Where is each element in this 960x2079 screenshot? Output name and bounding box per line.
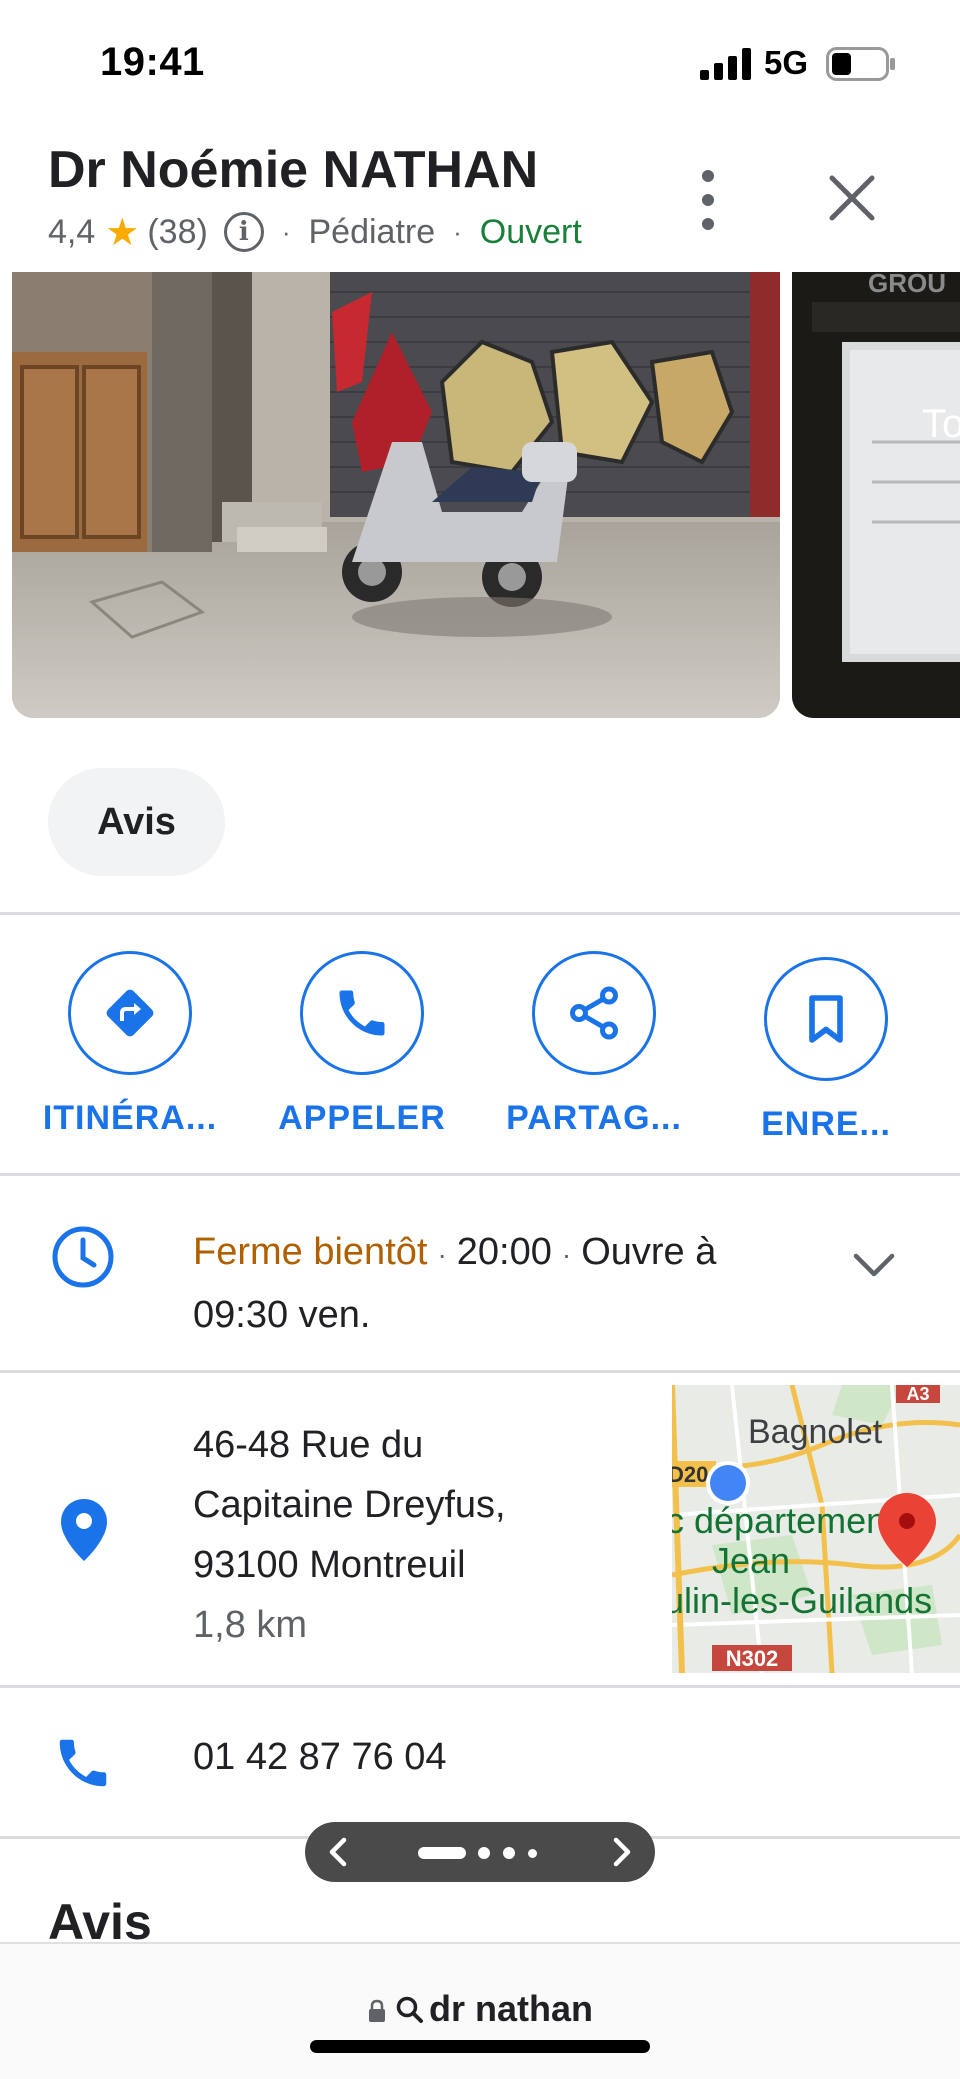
address-line-2: Capitaine Dreyfus,	[193, 1484, 506, 1526]
place-category: Pédiatre	[308, 212, 436, 251]
status-time: 19:41	[100, 40, 205, 84]
place-title: Dr Noémie NATHAN	[48, 141, 539, 199]
closing-soon-label: Ferme bientôt	[193, 1231, 428, 1273]
star-icon: ★	[105, 211, 140, 254]
directions-icon	[106, 989, 154, 1037]
page-indicator-dot	[528, 1849, 537, 1858]
status-bar: 19:41 5G	[0, 0, 960, 130]
road-n302-label: N302	[726, 1646, 779, 1671]
directions-button[interactable]: ITINÉRA...	[14, 951, 246, 1151]
map-park-label-3: ulin-les-Guilands	[672, 1580, 932, 1621]
sign-text: GROU	[868, 272, 946, 298]
shop-sign-text: To	[922, 402, 960, 446]
page-indicator-dot	[478, 1847, 490, 1859]
chevron-right-icon[interactable]	[601, 1832, 641, 1872]
directions-label: ITINÉRA...	[42, 1099, 218, 1137]
network-type: 5G	[764, 44, 809, 81]
signal-icon	[700, 48, 751, 80]
share-button[interactable]: PARTAG...	[478, 951, 710, 1151]
chevron-down-icon[interactable]	[852, 1250, 896, 1280]
hours-row[interactable]: Ferme bientôt · 20:00 · Ouvre à 09:30 ven.	[0, 1178, 960, 1370]
reviews-chip[interactable]: Avis	[48, 768, 225, 876]
clock-icon	[52, 1226, 114, 1288]
info-icon[interactable]: i	[223, 212, 264, 252]
save-button[interactable]: ENRE...	[710, 957, 942, 1157]
url-text: dr nathan	[428, 1988, 593, 2029]
share-label: PARTAG...	[506, 1099, 682, 1137]
call-label: APPELER	[278, 1099, 446, 1137]
save-label: ENRE...	[761, 1105, 891, 1143]
secondary-photo[interactable]: GROU To	[792, 272, 960, 718]
street-view-photo[interactable]	[12, 272, 780, 718]
location-pin-icon	[61, 1499, 107, 1561]
phone-icon	[339, 990, 385, 1036]
phone-row[interactable]: 01 42 87 76 04	[0, 1688, 960, 1835]
map-thumbnail[interactable]: A3 D20 N302 Bagnolet c départemental Jea…	[672, 1385, 960, 1673]
review-count[interactable]: (38)	[147, 213, 207, 252]
distance: 1,8 km	[193, 1604, 308, 1646]
battery-icon	[826, 47, 895, 81]
opens-next: 09:30 ven.	[193, 1294, 371, 1336]
photo-carousel[interactable]: GROU To	[0, 272, 960, 718]
place-summary: 4,4 ★ (38) i · Pédiatre · Ouvert	[48, 210, 582, 254]
home-indicator	[310, 2040, 650, 2053]
rating-value: 4,4	[48, 212, 96, 251]
share-icon	[570, 986, 618, 1040]
address-row[interactable]: 46-48 Rue du Capitaine Dreyfus, 93100 Mo…	[0, 1373, 960, 1685]
call-button[interactable]: APPELER	[246, 951, 478, 1151]
open-status: Ouvert	[479, 212, 582, 251]
close-time: 20:00	[456, 1231, 552, 1273]
divider	[0, 1173, 960, 1176]
bookmark-icon	[809, 995, 843, 1043]
more-options-icon[interactable]	[690, 170, 726, 230]
action-buttons: ITINÉRA... APPELER PARTAG... ENRE...	[0, 915, 960, 1175]
road-a3-label: A3	[906, 1385, 929, 1404]
page-navigator	[305, 1822, 655, 1882]
page-indicator-dot	[503, 1847, 515, 1859]
phone-number: 01 42 87 76 04	[193, 1736, 447, 1778]
browser-address-bar[interactable]: dr nathan	[0, 1942, 960, 2079]
road-d20-label: D20	[672, 1462, 708, 1487]
phone-icon	[59, 1739, 107, 1787]
chevron-left-icon[interactable]	[319, 1832, 359, 1872]
place-header: Dr Noémie NATHAN 4,4 ★ (38) i · Pédiatre…	[0, 130, 960, 270]
lock-icon	[368, 1999, 385, 2022]
map-park-label-2: Jean	[712, 1540, 790, 1581]
separator-dot: ·	[281, 216, 291, 247]
search-icon	[396, 1996, 423, 2023]
address-line-1: 46-48 Rue du	[193, 1424, 424, 1466]
separator-dot: ·	[453, 216, 462, 247]
opens-at: Ouvre à	[581, 1231, 717, 1273]
close-icon[interactable]	[822, 168, 882, 228]
page-indicator-active	[418, 1847, 466, 1859]
map-city-label: Bagnolet	[748, 1413, 883, 1451]
address-line-3: 93100 Montreuil	[193, 1544, 466, 1586]
